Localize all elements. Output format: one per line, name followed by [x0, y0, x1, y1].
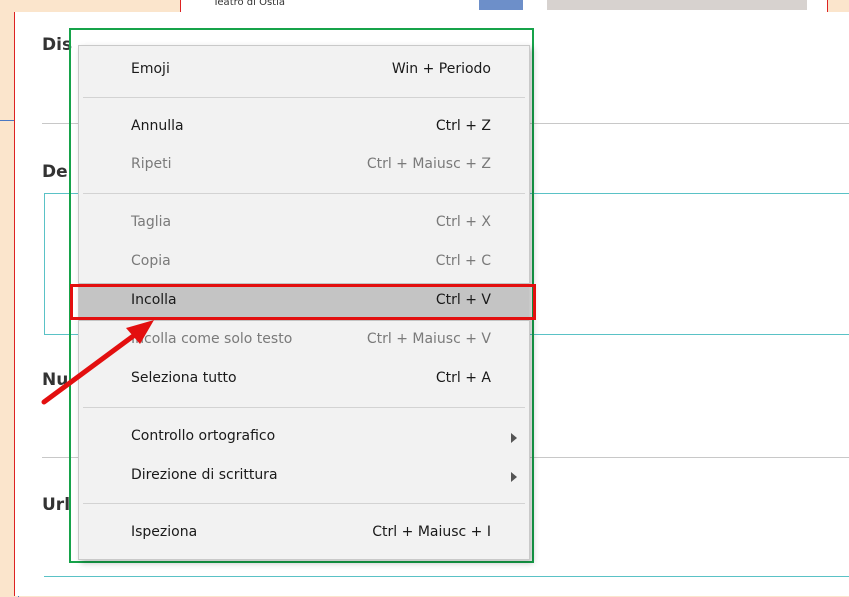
red-arrow-pointer-icon [41, 320, 154, 405]
